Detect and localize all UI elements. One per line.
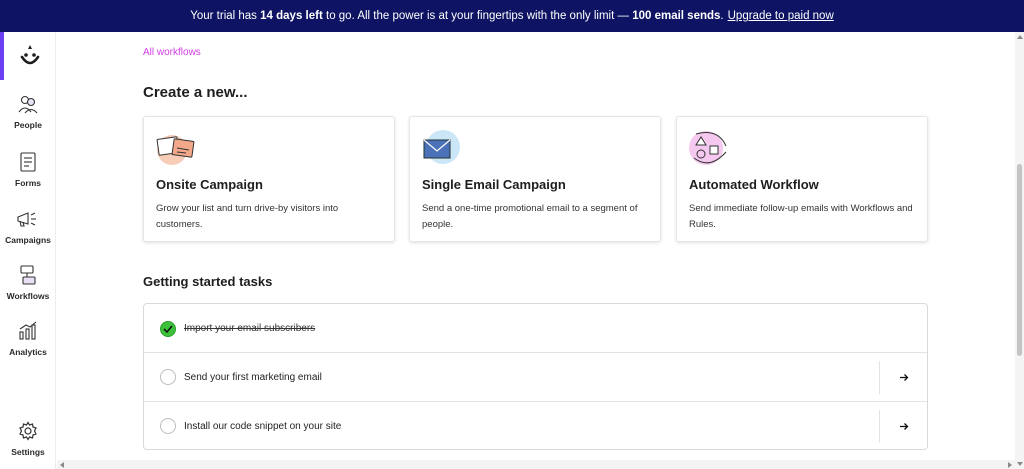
scroll-left-arrow[interactable] [60,462,64,468]
sidebar-item-label: Settings [11,447,45,457]
breadcrumb-all-workflows[interactable]: All workflows [143,47,201,58]
megaphone-icon [16,207,40,231]
banner-email-limit: 100 email sends [632,10,721,22]
workflow-icon [16,263,40,287]
create-new-title: Create a new... [143,84,248,101]
task-label: Install our code snippet on your site [184,420,342,432]
checkmark-icon [160,320,176,337]
smiley-logo-icon [20,45,40,65]
main-content: All workflows Create a new... Onsite Cam… [57,32,1015,460]
logo-button[interactable] [0,32,56,80]
scroll-right-arrow[interactable] [1008,462,1012,468]
sidebar-item-campaigns[interactable]: Campaigns [0,207,56,257]
sidebar-item-workflows[interactable]: Workflows [0,263,56,313]
task-label: Import your email subscribers [184,323,316,334]
card-title: Onsite Campaign [156,177,263,192]
onsite-campaign-illustration [155,130,197,166]
onsite-campaign-card[interactable]: Onsite Campaign Grow your list and turn … [143,116,395,242]
sidebar-item-label: Analytics [9,347,47,357]
unchecked-circle-icon [160,369,176,385]
card-description: Send immediate follow-up emails with Wor… [689,203,913,230]
task-row[interactable]: Send your first marketing email [144,352,927,401]
scrollbar-thumb[interactable] [1017,164,1022,356]
sidebar-item-label: Forms [15,178,41,188]
banner-days-left: 14 days left [260,10,323,22]
task-arrow-button[interactable] [879,410,927,443]
people-icon [16,92,40,116]
task-arrow-button[interactable] [879,361,927,394]
sidebar-item-analytics[interactable]: Analytics [0,319,56,369]
forms-icon [16,150,40,174]
banner-text-1: Your trial has [190,10,257,22]
banner-text-2: to go. All the power is at your fingerti… [326,10,629,22]
gear-icon [16,419,40,443]
trial-banner: Your trial has 14 days left to go. All t… [0,0,1024,32]
automated-workflow-card[interactable]: Automated Workflow Send immediate follow… [676,116,928,242]
card-description: Send a one-time promotional email to a s… [422,203,638,230]
scroll-up-arrow[interactable] [1017,35,1023,39]
banner-text-3: . [720,10,724,22]
sidebar-item-label: Workflows [6,291,50,301]
card-title: Single Email Campaign [422,177,566,192]
automated-workflow-illustration [688,130,730,166]
task-row[interactable]: Import your email subscribers [144,304,927,353]
getting-started-title: Getting started tasks [143,274,273,289]
task-list: Import your email subscribers Send your … [143,303,928,450]
sidebar: People Forms Campaigns Workflows Analyti… [0,32,56,469]
single-email-campaign-card[interactable]: Single Email Campaign Send a one-time pr… [409,116,661,242]
unchecked-circle-icon [160,418,176,434]
task-row[interactable]: Install our code snippet on your site [144,401,927,450]
task-label: Send your first marketing email [184,371,322,383]
sidebar-item-forms[interactable]: Forms [0,150,56,200]
upgrade-link[interactable]: Upgrade to paid now [728,10,834,22]
analytics-icon [16,319,40,343]
card-title: Automated Workflow [689,177,819,192]
vertical-scrollbar[interactable] [1015,32,1024,469]
arrow-right-icon [899,374,908,381]
card-description: Grow your list and turn drive-by visitor… [156,203,339,230]
scroll-down-arrow[interactable] [1017,462,1023,466]
email-envelope-illustration [421,130,463,166]
horizontal-scrollbar[interactable] [57,460,1015,469]
sidebar-item-label: People [14,120,42,130]
arrow-right-icon [899,423,908,430]
sidebar-item-people[interactable]: People [0,92,56,142]
sidebar-item-label: Campaigns [5,235,51,245]
sidebar-item-settings[interactable]: Settings [0,419,56,469]
